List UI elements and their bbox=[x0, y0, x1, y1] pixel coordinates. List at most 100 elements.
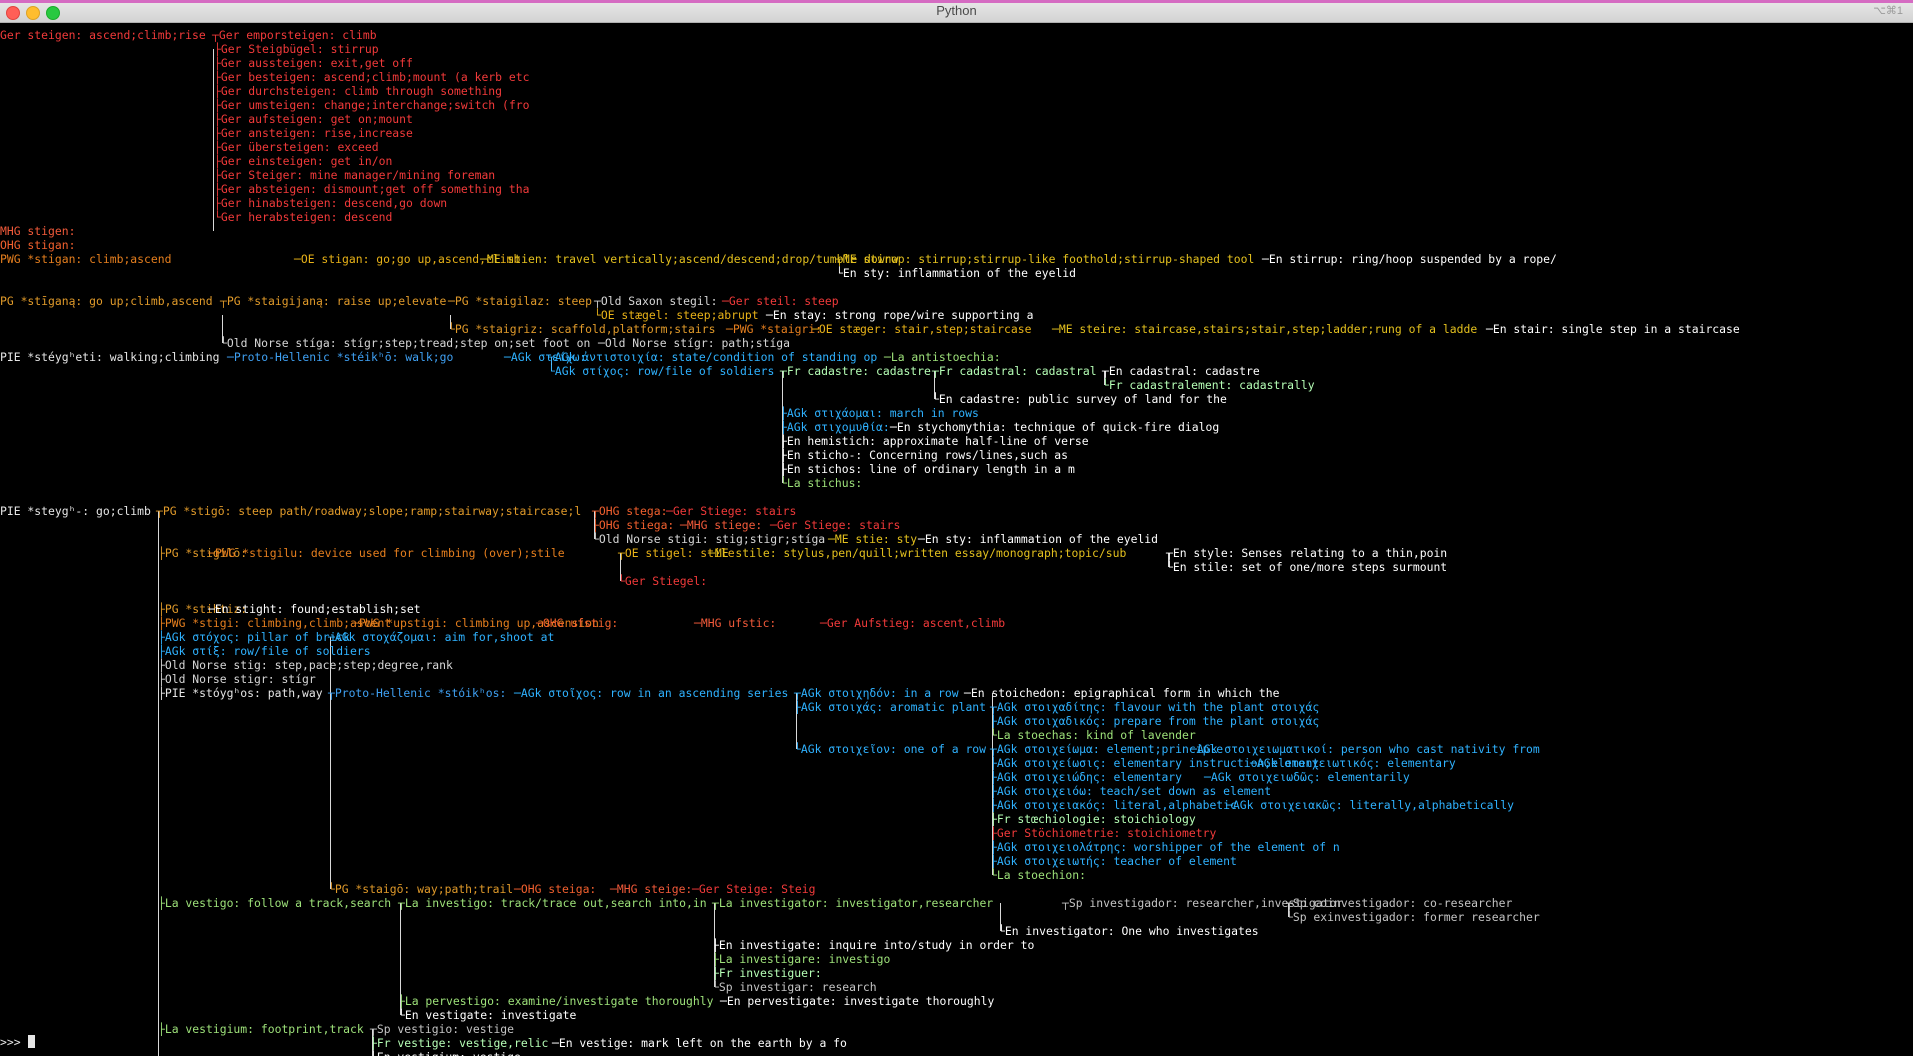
tree-node: ┬AGk ἀντιστοιχία: state/condition of sta… bbox=[548, 350, 878, 364]
tree-node: ─En pervestigate: investigate thoroughly bbox=[720, 994, 995, 1008]
tree-node: ─En stair: single step in a staircase bbox=[1486, 322, 1740, 336]
tree-node: ─PWG *stigilu: device used for climbing … bbox=[208, 546, 565, 560]
tree-node: ┬En style: Senses relating to a thin,poi… bbox=[1166, 546, 1448, 560]
tree-node: ├La pervestigo: examine/investigate thor… bbox=[398, 994, 714, 1008]
tree-node: ├AGk στοιχειωτής: teacher of element bbox=[990, 854, 1237, 868]
tree-node: ├AGk στοιχειώδης: elementary bbox=[990, 770, 1183, 784]
tree-node: PIE *stéygʰeti: walking;climbing bbox=[0, 350, 220, 364]
tree-node: ├Old Norse stig: step,pace;step;degree,r… bbox=[158, 658, 453, 672]
tree-node: └La stoechion: bbox=[990, 868, 1087, 882]
tree-node: └Sp exinvestigador: former researcher bbox=[1286, 910, 1540, 924]
tree-node: └Fr cadastralement: cadastrally bbox=[1102, 378, 1315, 392]
tree-node: └PG *staigriz: scaffold,platform;stairs bbox=[448, 322, 716, 336]
tree-node: ─AGk στοχάζομαι: aim for,shoot at bbox=[328, 630, 555, 644]
tree-node: └La stoechas: kind of lavender bbox=[990, 728, 1196, 742]
tree-connector bbox=[158, 511, 159, 1056]
tree-node: ┬Proto-Hellenic *stóikʰos: bbox=[328, 686, 514, 700]
tree-node: ┬Fr cadastral: cadastral bbox=[932, 364, 1097, 378]
tree-node: ├Fr stœchiologie: stoichiology bbox=[990, 812, 1196, 826]
tree-node: ─OHG steiga: bbox=[514, 882, 604, 896]
tree-node: ─AGk στοιχειωτικός: elementary bbox=[1250, 756, 1456, 770]
tree-node: ├Ger einsteigen: get in/on bbox=[214, 154, 393, 168]
tree-node: ├Ger hinabsteigen: descend,go down bbox=[214, 196, 448, 210]
tree-node: ├Fr investiguer: bbox=[712, 966, 822, 980]
tree-node: ├Ger durchsteigen: climb through somethi… bbox=[214, 84, 503, 98]
tree-node: ├AGk στοιχαδικός: prepare from the plant… bbox=[990, 714, 1320, 728]
tree-node: ─En sty: inflammation of the eyelid bbox=[918, 532, 1159, 546]
tree-node: └PG *staigō: way;path;trail bbox=[328, 882, 514, 896]
tree-node: ─ME stie: sty bbox=[828, 532, 918, 546]
tree-node: └En investigator: One who investigates bbox=[998, 924, 1259, 938]
tree-node: ─PG *staigilaz: steep bbox=[448, 294, 593, 308]
tree-node: └Sp investigar: research bbox=[712, 980, 877, 994]
tree-node: ├AGk στόχος: pillar of brick bbox=[158, 630, 351, 644]
tree-node: ─Ger Stiege: stairs bbox=[666, 504, 797, 518]
tree-node: ─MHG steige: bbox=[610, 882, 700, 896]
tree-node: ├La vestigium: footprint,track bbox=[158, 1022, 364, 1036]
tree-node: ├Old Norse stigr: stígr bbox=[158, 672, 316, 686]
tree-node: └Old Norse stigi: stig;stigr;stíga bbox=[592, 532, 826, 546]
tree-node: ┬La investigo: track/trace out,search in… bbox=[398, 896, 707, 910]
tree-node: └En vestigate: investigate bbox=[398, 1008, 577, 1022]
tree-node: ├AGk στοιχάς: aromatic plant bbox=[794, 700, 987, 714]
tree-node: └Ger Stiegel: bbox=[618, 574, 708, 588]
tree-node: ┬En cadastral: cadastre bbox=[1102, 364, 1260, 378]
tree-node: ├Ger Steigbügel: stirrup bbox=[214, 42, 379, 56]
tree-node: ┬PG *stigō: steep path/roadway;slope;ram… bbox=[156, 504, 582, 518]
tree-node: OHG stigan: bbox=[0, 238, 76, 252]
python-prompt: >>> bbox=[0, 1035, 28, 1049]
tree-node: ├Ger absteigen: dismount;get off somethi… bbox=[214, 182, 530, 196]
tree-node: ┬ME stirop: stirrup;stirrup-like foothol… bbox=[836, 252, 1255, 266]
tree-node: ┬Sp coinvestigador: co-researcher bbox=[1286, 896, 1513, 910]
tree-node: ├En investigate: inquire into/study in o… bbox=[712, 938, 1035, 952]
tree-node: ├Ger aufsteigen: get on;mount bbox=[214, 112, 413, 126]
tree-node: ├AGk στιχομυθία: bbox=[780, 420, 897, 434]
tree-node: ─MHG stiege: bbox=[680, 518, 770, 532]
tree-node: ┬Sp vestigio: vestige bbox=[370, 1022, 515, 1036]
terminal-window: Python ⌥⌘1 Ger steigen: ascend;climb;ris… bbox=[0, 0, 1913, 1056]
tree-node: ─Ger Steige: Steig bbox=[692, 882, 816, 896]
tree-node: ├OHG stiega: bbox=[592, 518, 682, 532]
tree-node: ─AGk στοῖχος: row in an ascending series bbox=[514, 686, 789, 700]
tree-node: ─En stychomythia: technique of quick-fir… bbox=[890, 420, 1220, 434]
tree-node: ├Ger aussteigen: exit,get off bbox=[214, 56, 413, 70]
tree-node: PG *stīganą: go up;climb,ascend bbox=[0, 294, 213, 308]
tree-node: └La stichus: bbox=[780, 476, 863, 490]
tree-node: ┬AGk στοιχείωμα: element;principle bbox=[990, 742, 1224, 756]
tree-node: ├Fr vestige: vestige,relic bbox=[370, 1036, 549, 1050]
tree-node: ├AGk στίξ: row/file of soldiers bbox=[158, 644, 371, 658]
window-title: Python bbox=[936, 3, 977, 18]
tree-node: └Ger herabsteigen: descend bbox=[214, 210, 393, 224]
tree-node: ┬Old Saxon stegil: bbox=[594, 294, 725, 308]
tree-node: ├AGk στοιχειολάτρης: worshipper of the e… bbox=[990, 840, 1340, 854]
tree-node: └En vestigium: vestige bbox=[370, 1050, 521, 1056]
tree-node: ├Ger übersteigen: exceed bbox=[214, 140, 379, 154]
tree-node: ├Ger Steiger: mine manager/mining forema… bbox=[214, 168, 496, 182]
tree-node: ─AGk στοιχειακῶς: literally,alphabetical… bbox=[1226, 798, 1515, 812]
tree-node: ┬Fr cadastre: cadastre bbox=[780, 364, 931, 378]
tree-node: ─Old Norse stígr: path;stíga bbox=[598, 336, 791, 350]
tree-node: ├PIE *stóygʰos: path,way bbox=[158, 686, 323, 700]
tree-node: ─Proto-Hellenic *stéikʰō: walk;go bbox=[227, 350, 454, 364]
tree-node: ─En stoichedon: epigraphical form in whi… bbox=[964, 686, 1280, 700]
tree-node: └En stile: set of one/more steps surmoun… bbox=[1166, 560, 1448, 574]
terminal-output[interactable]: Ger steigen: ascend;climb;rise ┬Ger empor… bbox=[0, 23, 1913, 1056]
tree-node: └AGk στοιχεῖον: one of a row bbox=[794, 742, 987, 756]
tree-node: ├AGk στοιχειόω: teach/set down as elemen… bbox=[990, 784, 1272, 798]
tree-node: ┬PG *staigijaną: raise up;elevate bbox=[220, 294, 447, 308]
tree-node: ─ME steire: staircase,stairs;stair,step;… bbox=[1052, 322, 1478, 336]
tree-node: ─ME stile: stylus,pen/quill;written essa… bbox=[708, 546, 1127, 560]
tree-node: PIE *steygʰ-: go;climb bbox=[0, 504, 151, 518]
tree-node: ─AGk στοιχειωδῶς: elementarily bbox=[1204, 770, 1410, 784]
tree-node: Ger steigen: ascend;climb;rise bbox=[0, 28, 206, 42]
tree-node: ─OE stæger: stair,step;staircase bbox=[812, 322, 1032, 336]
tree-node: ┬AGk στοιχαδίτης: flavour with the plant… bbox=[990, 700, 1320, 714]
text-cursor[interactable] bbox=[28, 1035, 35, 1048]
tree-node: └Old Norse stíga: stígr;step;tread;step … bbox=[220, 336, 591, 350]
tree-node: ├Ger besteigen: ascend;climb;mount (a ke… bbox=[214, 70, 530, 84]
tree-node: ┬AGk στοιχηδόν: in a row bbox=[794, 686, 959, 700]
tree-node: ├En stichos: line of ordinary length in … bbox=[780, 462, 1075, 476]
tree-node: ─OHG ufstig: bbox=[536, 616, 626, 630]
tree-node: ─En stirrup: ring/hoop suspended by a ro… bbox=[1262, 252, 1557, 266]
tree-node: MHG stigen: bbox=[0, 224, 76, 238]
